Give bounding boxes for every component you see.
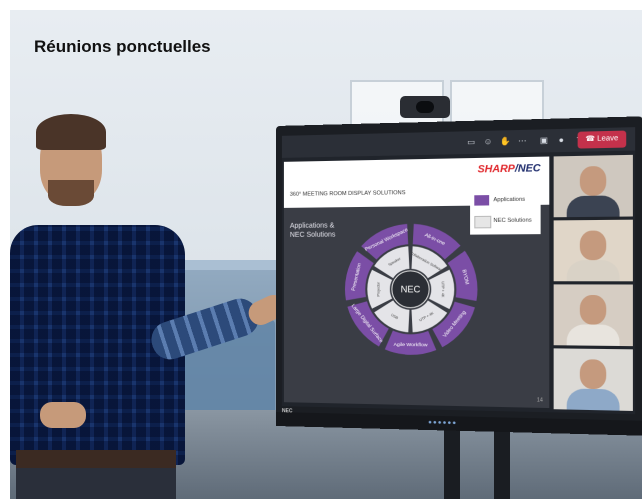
phone-icon: ☎ — [585, 135, 596, 144]
mic-icon[interactable]: ● — [554, 134, 569, 147]
wheel-inner-label: UTP + 4K — [441, 281, 445, 298]
participant-torso — [566, 195, 620, 218]
presentation-slide: SHARP/NEC 360° MEETING ROOM DISPLAY SOLU… — [283, 156, 550, 409]
solutions-wheel: All-in-oneBYOMVideo MeetingAgile Workflo… — [344, 223, 478, 356]
chat-icon[interactable]: ▭ — [464, 136, 479, 149]
display-stand — [444, 420, 460, 499]
wheel-inner-label: Projector — [376, 281, 380, 296]
slide-page-number: 14 — [536, 397, 543, 404]
presenter-hair — [36, 114, 106, 150]
presenter-belt — [16, 450, 176, 468]
legend-label-applications: Applications — [493, 196, 526, 204]
presenter-hand — [40, 402, 86, 428]
leave-button[interactable]: ☎ Leave — [577, 130, 627, 149]
participant-gallery — [553, 154, 633, 414]
legend-label-nec: NEC Solutions — [493, 217, 532, 225]
meeting-toolbar: ▭ ☺ ✋ ⋯ ▣ ● ⇧ ☎ Leave — [281, 127, 636, 158]
wheel-center-label: NEC — [401, 284, 421, 294]
participant-face — [579, 294, 607, 325]
react-icon[interactable]: ✋ — [498, 135, 513, 148]
participant-face — [579, 359, 607, 390]
brand-nec: /NEC — [514, 162, 541, 175]
participant-torso — [566, 388, 620, 411]
brand-sharp: SHARP — [477, 163, 515, 176]
people-icon[interactable]: ☺ — [481, 136, 496, 149]
camera-lens — [416, 101, 434, 113]
wheel-outer-label: Agile Workflow — [394, 342, 428, 349]
participant-tile[interactable] — [553, 348, 633, 411]
presenter-pants — [16, 468, 176, 499]
display-monitor: ▭ ☺ ✋ ⋯ ▣ ● ⇧ ☎ Leave SHARP/NEC 360° MEE… — [276, 116, 642, 436]
participant-face — [579, 165, 607, 196]
page-heading: Réunions ponctuelles — [34, 37, 211, 56]
monitor-screen: ▭ ☺ ✋ ⋯ ▣ ● ⇧ ☎ Leave SHARP/NEC 360° MEE… — [281, 127, 636, 415]
leave-label: Leave — [597, 134, 619, 143]
participant-tile[interactable] — [553, 219, 633, 282]
slide-legend: Applications NEC Solutions — [470, 188, 541, 235]
brand-logo: SHARP/NEC — [478, 163, 541, 176]
bezel-indicator: ●●●●●● — [428, 419, 458, 427]
participant-torso — [566, 324, 620, 347]
more-icon[interactable]: ⋯ — [515, 135, 530, 148]
camera-icon[interactable]: ▣ — [536, 134, 551, 147]
participant-tile[interactable] — [553, 154, 633, 218]
legend-swatch-applications — [474, 195, 490, 206]
slide-subtitle: Applications & NEC Solutions — [289, 222, 336, 239]
presenter-beard — [48, 180, 94, 206]
participant-tile[interactable] — [553, 284, 633, 347]
participant-face — [579, 230, 607, 261]
marketing-image: ▭ ☺ ✋ ⋯ ▣ ● ⇧ ☎ Leave SHARP/NEC 360° MEE… — [0, 0, 642, 499]
participant-torso — [566, 260, 620, 282]
webcam — [400, 96, 450, 118]
